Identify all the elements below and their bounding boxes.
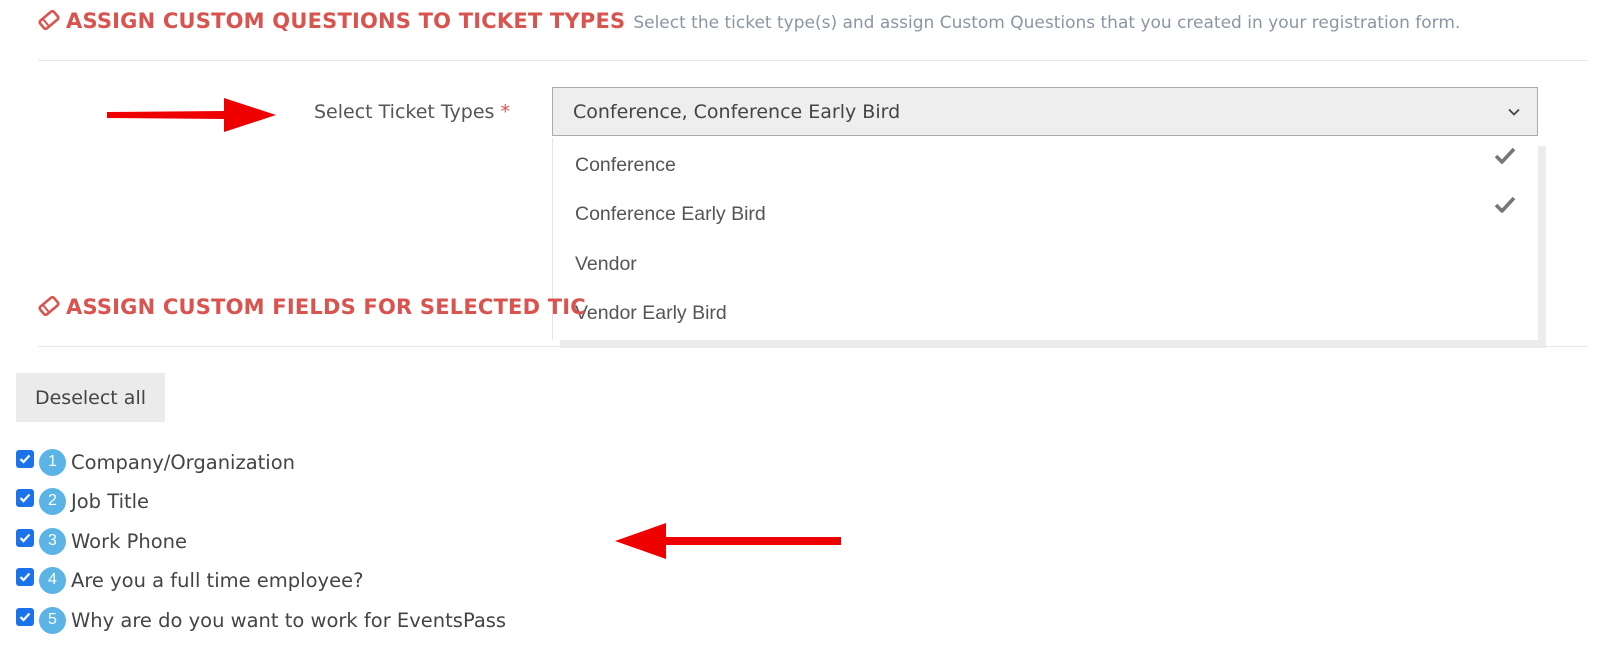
question-label: Company/Organization <box>71 450 296 474</box>
question-item[interactable]: 5 Why are do you want to work for Events… <box>16 606 506 634</box>
question-checkbox[interactable] <box>16 450 34 468</box>
red-arrow-icon <box>107 98 276 132</box>
red-arrow-icon <box>615 523 841 559</box>
section-header-assign-fields: ASSIGN CUSTOM FIELDS FOR SELECTED TIC <box>38 292 586 319</box>
checkbox-check-icon <box>19 533 31 543</box>
question-checkbox[interactable] <box>16 529 34 547</box>
question-label: Job Title <box>71 489 150 513</box>
question-item[interactable]: 4 Are you a full time employee? <box>16 566 363 594</box>
ticket-tag-icon <box>38 9 60 31</box>
divider <box>38 60 1588 61</box>
ticket-types-dropdown: Conference Conference Early Bird Vendor … <box>552 138 1538 340</box>
page-subtitle: Select the ticket type(s) and assign Cus… <box>633 13 1461 33</box>
question-item[interactable]: 1 Company/Organization <box>16 448 295 476</box>
ticket-types-selected-value: Conference, Conference Early Bird <box>573 100 901 123</box>
dropdown-option-vendor-early-bird[interactable]: Vendor Early Bird <box>575 302 727 325</box>
question-label: Are you a full time employee? <box>71 568 364 592</box>
question-number-badge: 2 <box>39 487 66 515</box>
question-checkbox[interactable] <box>16 489 34 507</box>
ticket-tag-icon <box>38 295 60 317</box>
ticket-types-label-text: Select Ticket Types <box>314 101 495 123</box>
question-number-badge: 4 <box>39 566 66 594</box>
chevron-down-icon <box>1508 108 1520 116</box>
checkbox-check-icon <box>19 454 31 464</box>
ticket-types-select[interactable]: Conference, Conference Early Bird <box>552 87 1538 136</box>
checkmark-icon <box>1494 147 1516 164</box>
question-item[interactable]: 2 Job Title <box>16 487 149 515</box>
checkbox-check-icon <box>19 493 31 503</box>
ticket-types-label: Select Ticket Types * <box>314 101 510 123</box>
question-checkbox[interactable] <box>16 608 34 626</box>
page-title: ASSIGN CUSTOM QUESTIONS TO TICKET TYPES <box>66 9 626 33</box>
section-header-assign-questions: ASSIGN CUSTOM QUESTIONS TO TICKET TYPES … <box>38 6 1460 33</box>
question-checkbox[interactable] <box>16 568 34 586</box>
required-asterisk: * <box>500 101 510 123</box>
checkmark-icon <box>1494 196 1516 213</box>
question-number-badge: 3 <box>39 527 66 555</box>
question-label: Why are do you want to work for EventsPa… <box>71 608 507 632</box>
question-number-badge: 1 <box>39 448 66 476</box>
dropdown-option-conference-early-bird[interactable]: Conference Early Bird <box>575 203 766 226</box>
deselect-all-button[interactable]: Deselect all <box>16 373 165 422</box>
divider <box>38 346 1588 347</box>
dropdown-option-conference[interactable]: Conference <box>575 154 676 177</box>
question-number-badge: 5 <box>39 606 66 634</box>
checkbox-check-icon <box>19 612 31 622</box>
question-label: Work Phone <box>71 529 187 553</box>
question-item[interactable]: 3 Work Phone <box>16 527 187 555</box>
checkbox-check-icon <box>19 572 31 582</box>
dropdown-option-vendor[interactable]: Vendor <box>575 253 637 276</box>
section-title: ASSIGN CUSTOM FIELDS FOR SELECTED TIC <box>66 295 586 319</box>
